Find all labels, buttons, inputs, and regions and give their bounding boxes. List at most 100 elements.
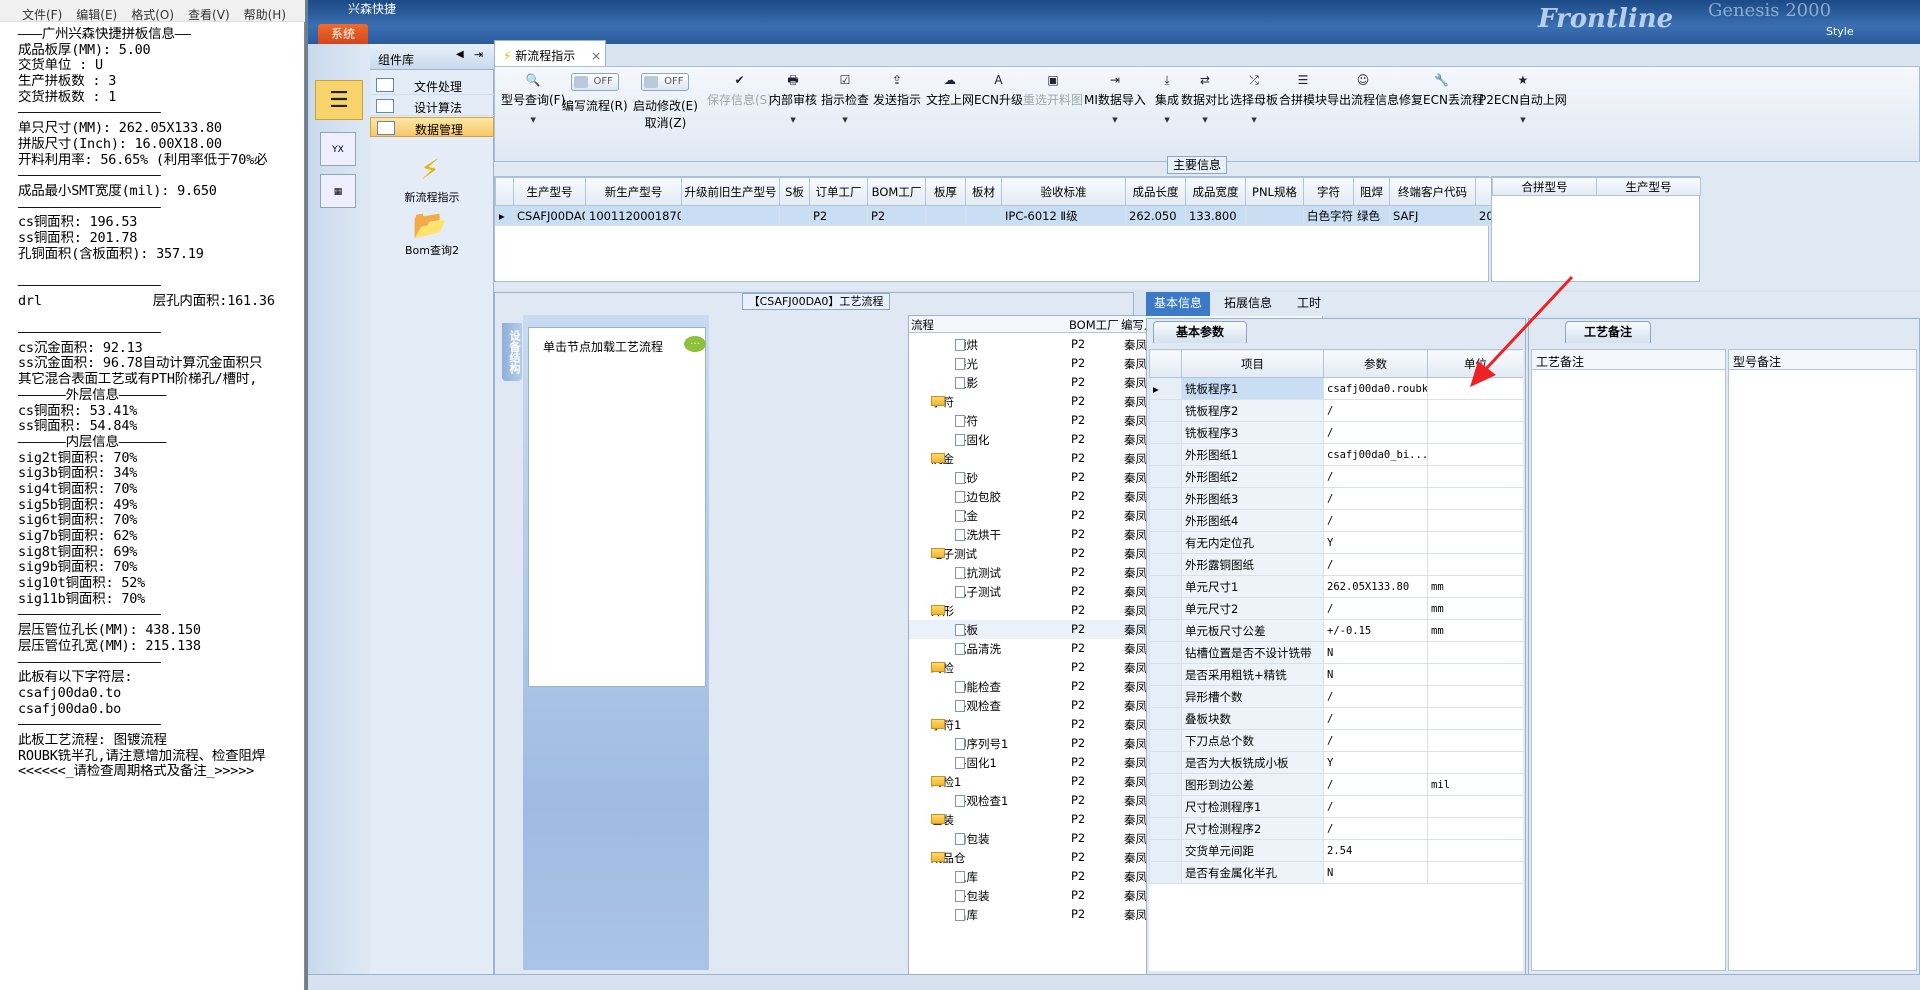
chevron-down-icon[interactable]: ▼ [821,116,869,124]
column-header[interactable]: 生产型号 [1596,177,1701,196]
table-cell[interactable]: / [1323,487,1428,510]
tree-node[interactable]: 喷砂 [955,470,978,486]
table-cell[interactable]: mm [1427,597,1523,620]
document-tab[interactable]: ⚡ 新流程指示 × [494,40,606,66]
table-cell[interactable] [1427,487,1523,510]
toolbar-button[interactable]: 🔧 修复ECN丢流程 [1399,73,1484,108]
toolbar-button[interactable]: ⤮ 选择母板 ▼ [1230,73,1278,124]
close-icon[interactable]: × [591,49,601,63]
table-row[interactable]: 下刀点总个数 / [1149,729,1523,752]
column-header[interactable]: 阻焊 [1353,177,1390,206]
table-cell[interactable]: / [1323,685,1428,708]
table-cell[interactable] [1427,707,1523,730]
column-header[interactable]: 订单工厂 [809,177,868,206]
toolbar-button[interactable]: 🖶 内部审核 ▼ [769,73,817,124]
table-cell[interactable] [1427,377,1523,400]
chevron-down-icon[interactable]: ▼ [769,116,817,124]
chevron-down-icon[interactable]: ▼ [1230,116,1278,124]
table-cell[interactable]: Y [1323,751,1428,774]
new-flow-label[interactable]: 新流程指示 [370,189,494,205]
table-cell[interactable] [1427,399,1523,422]
table-row[interactable]: 外形图纸3/ [1149,487,1523,510]
table-cell[interactable] [1427,751,1523,774]
table-cell[interactable] [1427,443,1523,466]
toolbar-button[interactable]: OFF 启动修改(E) 取消(Z) [633,73,698,131]
table-cell[interactable]: / [1323,553,1428,576]
column-header[interactable]: 单位 [1427,349,1523,378]
table-row[interactable]: 异形槽个数 / [1149,685,1523,708]
tree-node[interactable]: 字符 [931,394,954,410]
column-header[interactable]: 合拼型号 [1492,177,1597,196]
toolbar-button[interactable]: ⇄ 数据对比 ▼ [1181,73,1229,124]
table-row[interactable]: 单元板尺寸公差 +/-0.15 mm [1149,619,1523,642]
bom-query-label[interactable]: Bom查询2 [370,242,494,258]
tree-node[interactable]: 内包装 [955,831,990,847]
remarks-group-tab[interactable]: 工艺备注 [1565,321,1651,343]
basic-params-group-tab[interactable]: 基本参数 [1153,321,1247,343]
table-row[interactable]: 外形图纸2/ [1149,465,1523,488]
column-header[interactable]: 项目 [1181,349,1324,378]
table-cell[interactable]: Y [1323,531,1428,554]
table-row[interactable]: 尺寸检测程序2/ [1149,817,1523,840]
table-cell[interactable]: +/-0.15 [1323,619,1428,642]
tree-node[interactable]: 电子测试 [931,546,977,562]
table-cell[interactable]: mm [1427,619,1523,642]
table-cell[interactable]: / [1323,421,1428,444]
comp-item-design[interactable]: 设计算法 [370,96,494,116]
chevron-down-icon[interactable]: ▼ [1084,116,1146,124]
tree-node[interactable]: 铣板 [955,622,978,638]
table-cell[interactable] [1427,795,1523,818]
table-row[interactable]: 是否为大板铣成小板 Y [1149,751,1523,774]
table-row[interactable]: 是否采用粗铣+精铣 N [1149,663,1523,686]
system-tab[interactable]: 系统 [318,24,368,44]
tree-node[interactable]: 外形 [931,603,954,619]
chevron-down-icon[interactable]: ▼ [501,116,565,124]
table-cell[interactable]: csafj00da0_bi... [1323,443,1428,466]
column-header[interactable]: 板厚 [925,177,966,206]
table-cell[interactable]: / [1323,399,1428,422]
style-menu[interactable]: Style [1826,25,1854,38]
notepad-menu-item[interactable]: 文件(F) [22,6,62,22]
table-row[interactable]: 是否有金属化半孔 N [1149,861,1523,884]
folder-icon[interactable]: 📂 [410,209,450,241]
collapse-left-icon[interactable]: ◀ [456,49,464,60]
table-cell[interactable]: N [1323,663,1428,686]
tree-node[interactable]: 终固化 [955,432,990,448]
table-cell[interactable]: 262.05X133.80 [1323,575,1428,598]
comp-item-data[interactable]: 数据管理 [370,117,494,137]
notepad-menu-item[interactable]: 帮助(H) [244,6,286,22]
chevron-down-icon[interactable]: ▼ [1181,116,1229,124]
chevron-down-icon[interactable]: ▼ [1479,116,1567,124]
table-cell[interactable]: mm [1427,575,1523,598]
toolbar-button[interactable]: ⤓ 集成 ▼ [1155,73,1179,124]
tree-node[interactable]: 字符1 [931,717,961,733]
table-cell[interactable]: csafj00da0.roubk [1323,377,1428,400]
comp-item-file[interactable]: 文件处理 [370,75,494,95]
column-header[interactable]: 成品宽度 [1185,177,1246,206]
table-cell[interactable]: / [1323,729,1428,752]
table-row[interactable]: 铣板程序3/ [1149,421,1523,444]
column-header[interactable]: 板材 [965,177,1002,206]
column-header[interactable]: 生产型号 [513,177,586,206]
tree-node[interactable]: 外观检查1 [955,793,1008,809]
toolbar-button[interactable]: A ECN升级 [974,73,1023,108]
toolbar-button[interactable]: ☁ 文控上网 [926,73,974,108]
table-row[interactable]: 单元尺寸1 262.05X133.80 mm [1149,575,1523,598]
table-cell[interactable] [1427,509,1523,532]
column-header[interactable]: 流程 [911,317,934,333]
table-cell[interactable]: / [1323,817,1428,840]
table-cell[interactable] [1427,839,1523,862]
table-row[interactable]: 钻槽位置是否不设计铣带 N [1149,641,1523,664]
column-header[interactable]: BOM工厂 [867,177,926,206]
tab-work-hours[interactable]: 工时 [1284,292,1334,316]
table-cell[interactable] [1427,531,1523,554]
table-row[interactable]: 外形图纸1 csafj00da0_bi... [1149,443,1523,466]
toolbar-button[interactable]: ★ P2ECN自动上网 ▼ [1479,73,1567,124]
toggle-switch[interactable]: OFF [570,73,619,91]
table-cell[interactable] [1427,421,1523,444]
notepad-text-area[interactable]: ———广州兴森快捷拼板信息—— 成品板厚(MM): 5.00 交货单位 : U 生产拼… [18,27,303,987]
chevron-down-icon[interactable]: ▼ [1155,116,1179,124]
column-header[interactable]: PNL规格 [1245,177,1304,206]
tree-node[interactable]: 外包装 [955,888,990,904]
table-cell[interactable]: / [1323,795,1428,818]
